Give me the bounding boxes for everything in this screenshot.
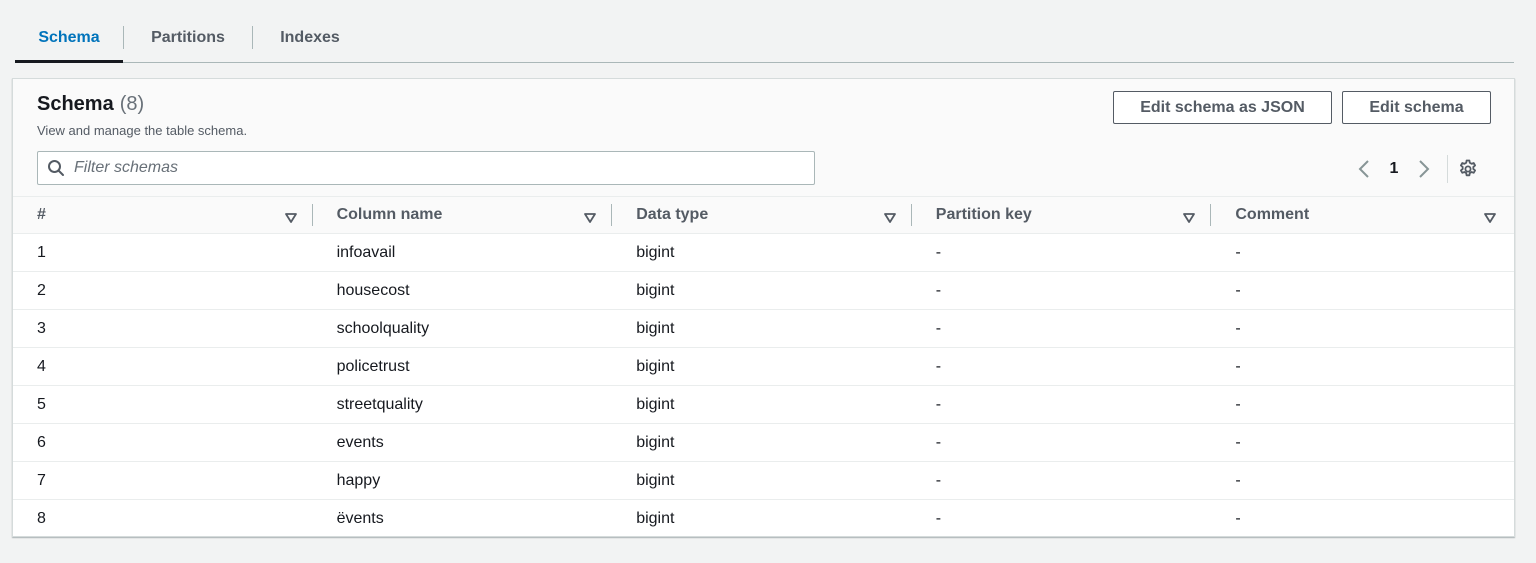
cell-data-type: bigint xyxy=(636,319,675,337)
column-header-partition-key[interactable]: Partition key xyxy=(912,197,1212,233)
panel-description: View and manage the table schema. xyxy=(37,123,248,138)
column-header-comment[interactable]: Comment xyxy=(1211,197,1514,233)
cell-column-name: infoavail xyxy=(336,243,396,261)
cell-column-name: happy xyxy=(336,471,381,489)
cell-column-name: policetrust xyxy=(336,357,410,375)
gear-icon[interactable] xyxy=(1448,155,1488,183)
table-row: 6 events bigint - - xyxy=(13,424,1514,462)
schema-panel: Schema (8) View and manage the table sche… xyxy=(12,78,1515,537)
cell-column-name: events xyxy=(336,433,384,451)
cell-column-name: ëvents xyxy=(336,510,384,527)
cell-partition-key: - xyxy=(935,357,942,375)
sort-caret-icon xyxy=(883,210,896,228)
edit-schema-button[interactable]: Edit schema xyxy=(1342,91,1491,124)
column-header-column-name[interactable]: Column name xyxy=(313,197,613,233)
cell-comment: - xyxy=(1235,395,1241,413)
cell-number: 5 xyxy=(37,395,46,413)
cell-number: 8 xyxy=(37,510,46,527)
tab-bar: Schema Partitions Indexes xyxy=(15,14,1514,63)
tab-indexes[interactable]: Indexes xyxy=(253,14,367,62)
tab-partitions[interactable]: Partitions xyxy=(124,14,252,62)
panel-title: Schema (8) xyxy=(37,93,144,116)
cell-comment: - xyxy=(1235,471,1241,489)
cell-comment: - xyxy=(1235,319,1241,337)
cell-partition-key: - xyxy=(935,281,942,299)
table-row: 8 ëvents bigint - - xyxy=(13,500,1514,538)
pagination: 1 xyxy=(1351,155,1488,183)
table-row: 3 schoolquality bigint - - xyxy=(13,310,1514,348)
column-header-number[interactable]: # xyxy=(13,197,313,233)
cell-data-type: bigint xyxy=(636,243,675,261)
cell-data-type: bigint xyxy=(636,510,675,527)
cell-comment: - xyxy=(1235,243,1241,261)
cell-partition-key: - xyxy=(935,433,942,451)
cell-column-name: schoolquality xyxy=(336,319,430,337)
panel-title-text: Schema xyxy=(37,93,114,115)
cell-partition-key: - xyxy=(935,510,942,527)
cell-number: 1 xyxy=(37,243,46,261)
sort-caret-icon xyxy=(584,210,597,228)
table-row: 7 happy bigint - - xyxy=(13,462,1514,500)
tab-schema[interactable]: Schema xyxy=(15,14,123,63)
cell-partition-key: - xyxy=(935,395,942,413)
table-row: 2 housecost bigint - - xyxy=(13,272,1514,310)
page-number[interactable]: 1 xyxy=(1377,160,1411,178)
cell-comment: - xyxy=(1235,281,1241,299)
search-icon xyxy=(38,159,74,177)
chevron-right-icon[interactable] xyxy=(1411,155,1437,183)
cell-number: 7 xyxy=(37,471,46,489)
cell-comment: - xyxy=(1235,357,1241,375)
column-header-label: Comment xyxy=(1235,206,1310,223)
cell-partition-key: - xyxy=(935,319,942,337)
cell-partition-key: - xyxy=(935,471,942,489)
cell-column-name: housecost xyxy=(336,281,410,299)
cell-number: 6 xyxy=(37,433,46,451)
edit-schema-json-button[interactable]: Edit schema as JSON xyxy=(1113,91,1332,124)
sort-caret-icon xyxy=(284,210,297,228)
cell-number: 2 xyxy=(37,281,46,299)
schema-table: # Column name Data type Partition key Co xyxy=(13,197,1514,538)
sort-caret-icon xyxy=(1484,210,1496,228)
table-row: 1 infoavail bigint - - xyxy=(13,234,1514,272)
filter-box xyxy=(37,151,815,185)
column-header-label: Column name xyxy=(336,206,443,223)
cell-data-type: bigint xyxy=(636,471,675,489)
chevron-left-icon[interactable] xyxy=(1351,155,1377,183)
column-header-label: Partition key xyxy=(935,206,1032,223)
cell-data-type: bigint xyxy=(636,433,675,451)
cell-number: 4 xyxy=(37,357,46,375)
cell-data-type: bigint xyxy=(636,281,675,299)
filter-schemas-input[interactable] xyxy=(74,152,814,184)
cell-data-type: bigint xyxy=(636,357,675,375)
column-header-label: # xyxy=(37,206,46,223)
panel-header: Schema (8) View and manage the table sche… xyxy=(13,79,1514,197)
schema-count: (8) xyxy=(119,93,145,115)
column-header-data-type[interactable]: Data type xyxy=(612,197,912,233)
cell-number: 3 xyxy=(37,319,46,337)
table-header: # Column name Data type Partition key Co xyxy=(13,197,1514,234)
cell-data-type: bigint xyxy=(636,395,675,413)
column-header-label: Data type xyxy=(636,206,709,223)
table-row: 5 streetquality bigint - - xyxy=(13,386,1514,424)
cell-comment: - xyxy=(1235,510,1241,527)
cell-comment: - xyxy=(1235,433,1241,451)
cell-column-name: streetquality xyxy=(336,395,423,413)
sort-caret-icon xyxy=(1183,210,1196,228)
cell-partition-key: - xyxy=(935,243,942,261)
table-row: 4 policetrust bigint - - xyxy=(13,348,1514,386)
